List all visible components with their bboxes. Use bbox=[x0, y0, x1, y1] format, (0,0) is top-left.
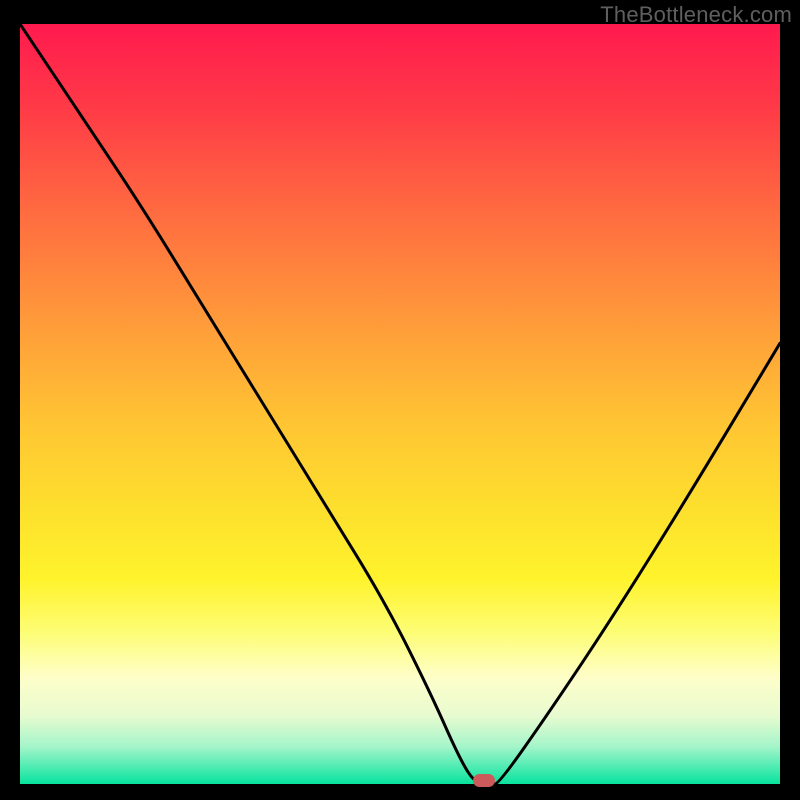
optimal-point-marker bbox=[473, 774, 495, 787]
bottleneck-curve bbox=[20, 24, 780, 784]
chart-plot-area bbox=[20, 24, 780, 784]
